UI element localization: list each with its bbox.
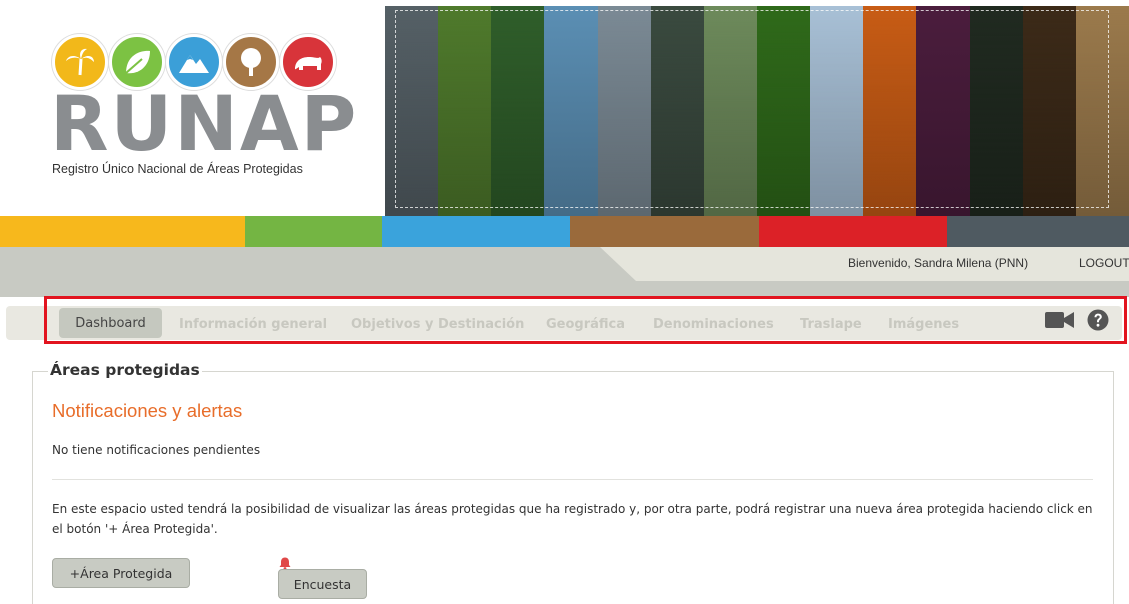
- notifications-title: Notificaciones y alertas: [52, 400, 243, 421]
- banner-photo-strip: [969, 6, 1023, 216]
- color-stripe-red: [759, 216, 947, 247]
- color-stripe: [0, 216, 1129, 247]
- header-banner: [385, 6, 1129, 216]
- banner-photo-strip: [1022, 6, 1076, 216]
- banner-photo-strip: [438, 6, 492, 216]
- color-stripe-blue: [382, 216, 570, 247]
- banner-photo-strip: [1075, 6, 1129, 216]
- banner-photo-strip: [703, 6, 757, 216]
- banner-photo-strip: [385, 6, 439, 216]
- nav-highlight-box: [44, 296, 1127, 344]
- add-area-button[interactable]: +Área Protegida: [52, 558, 190, 588]
- logo-wordmark: RUNAP: [50, 79, 359, 168]
- banner-photo-strip: [597, 6, 651, 216]
- color-stripe-yellow: [0, 216, 245, 247]
- no-notifications-text: No tiene notificaciones pendientes: [52, 443, 261, 457]
- color-stripe-gray: [947, 216, 1129, 247]
- color-stripe-green: [245, 216, 382, 247]
- logout-link[interactable]: LOGOUT: [1079, 256, 1129, 270]
- page-title: Áreas protegidas: [48, 361, 202, 379]
- welcome-text: Bienvenido, Sandra Milena (PNN): [848, 256, 1029, 270]
- banner-photo-strip: [491, 6, 545, 216]
- banner-photo-strip: [650, 6, 704, 216]
- user-bar: [0, 247, 1129, 297]
- banner-photo-strip: [810, 6, 864, 216]
- banner-photo-strip: [756, 6, 811, 216]
- banner-photo-strip: [863, 6, 917, 216]
- color-stripe-brown: [570, 216, 759, 247]
- divider: [52, 479, 1093, 480]
- banner-photo-strip: [544, 6, 598, 216]
- description-text: En este espacio usted tendrá la posibili…: [52, 502, 1093, 536]
- banner-photo-strip: [916, 6, 970, 216]
- logo-subtitle: Registro Único Nacional de Áreas Protegi…: [52, 162, 303, 176]
- runap-logo: RUNAP Registro Único Nacional de Áreas P…: [48, 34, 356, 184]
- survey-button[interactable]: Encuesta: [278, 569, 367, 599]
